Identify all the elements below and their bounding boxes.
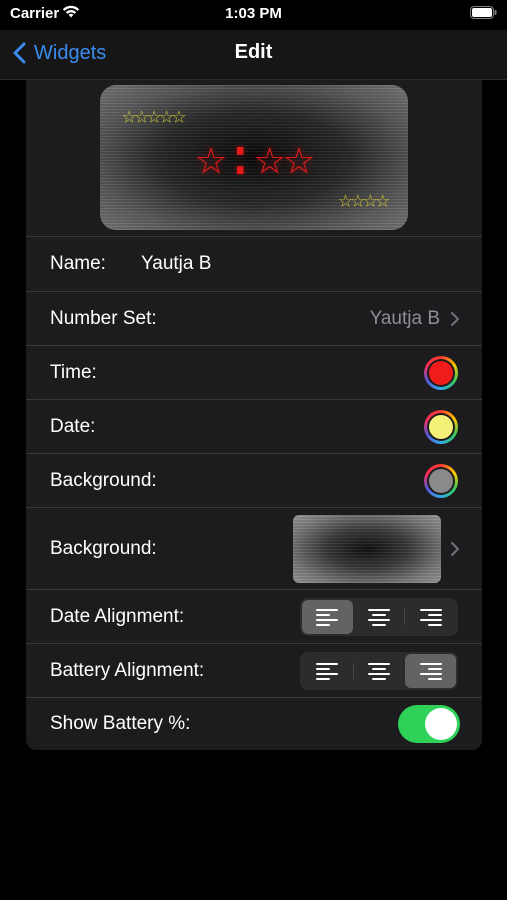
name-label: Name:	[50, 253, 106, 274]
background-image-row[interactable]: Background:	[26, 507, 482, 589]
chevron-right-icon	[450, 311, 460, 326]
time-color-dot	[429, 360, 453, 385]
align-right-icon	[419, 608, 442, 626]
align-left-icon	[316, 662, 339, 680]
date-align-left-segment[interactable]	[302, 599, 353, 634]
settings-card: ☆☆☆☆☆ ☆:☆☆ ☆☆☆☆ Name: Yautja B Number Se…	[26, 80, 482, 750]
preview-battery: ☆☆☆☆	[338, 185, 390, 213]
toggle-knob	[425, 708, 457, 740]
date-color-dot	[429, 414, 453, 439]
widget-preview: ☆☆☆☆☆ ☆:☆☆ ☆☆☆☆	[100, 85, 408, 230]
battery-alignment-control[interactable]	[300, 651, 458, 690]
date-align-center-segment[interactable]	[354, 600, 405, 634]
page-title: Edit	[234, 41, 273, 63]
background-thumbnail[interactable]	[293, 514, 441, 583]
preview-date: ☆☆☆☆☆	[122, 101, 186, 129]
number-set-value: Yautja B	[369, 307, 440, 329]
align-left-icon	[316, 608, 339, 626]
date-alignment-row: Date Alignment:	[26, 589, 482, 643]
time-color-row: Time:	[26, 345, 482, 399]
background-color-dot	[429, 468, 453, 493]
background-color-well[interactable]	[424, 463, 458, 498]
background-color-row: Background:	[26, 453, 482, 507]
time-label: Time:	[50, 361, 97, 383]
navigation-bar: Widgets Edit	[0, 30, 507, 80]
preview-time: ☆:☆☆	[195, 127, 314, 187]
battery-align-center-segment[interactable]	[354, 654, 405, 688]
chevron-right-icon	[450, 541, 460, 556]
date-color-row: Date:	[26, 399, 482, 453]
date-alignment-label: Date Alignment:	[50, 605, 185, 627]
show-battery-toggle[interactable]	[398, 705, 460, 743]
battery-align-right-segment[interactable]	[405, 653, 457, 688]
number-set-row[interactable]: Number Set: Yautja B	[26, 291, 482, 345]
background-color-label: Background:	[50, 469, 157, 491]
align-right-icon	[419, 662, 442, 680]
name-field[interactable]: Yautja B	[141, 253, 211, 275]
date-label: Date:	[50, 415, 96, 437]
status-bar: Carrier 1:03 PM	[0, 0, 507, 30]
show-battery-label: Show Battery %:	[50, 713, 191, 734]
background-image-label: Background:	[50, 537, 157, 559]
show-battery-row: Show Battery %:	[26, 697, 482, 750]
date-alignment-control[interactable]	[300, 597, 458, 636]
align-center-icon	[368, 608, 390, 626]
date-align-right-segment[interactable]	[405, 600, 456, 634]
number-set-label: Number Set:	[50, 307, 157, 329]
battery-alignment-label: Battery Alignment:	[50, 659, 205, 681]
status-time: 1:03 PM	[225, 5, 282, 22]
align-center-icon	[368, 662, 390, 680]
battery-icon	[470, 6, 497, 19]
battery-alignment-row: Battery Alignment:	[26, 643, 482, 697]
date-color-well[interactable]	[424, 409, 458, 444]
battery-align-left-segment[interactable]	[302, 654, 353, 688]
name-row[interactable]: Name: Yautja B	[26, 236, 482, 291]
time-color-well[interactable]	[424, 355, 458, 390]
